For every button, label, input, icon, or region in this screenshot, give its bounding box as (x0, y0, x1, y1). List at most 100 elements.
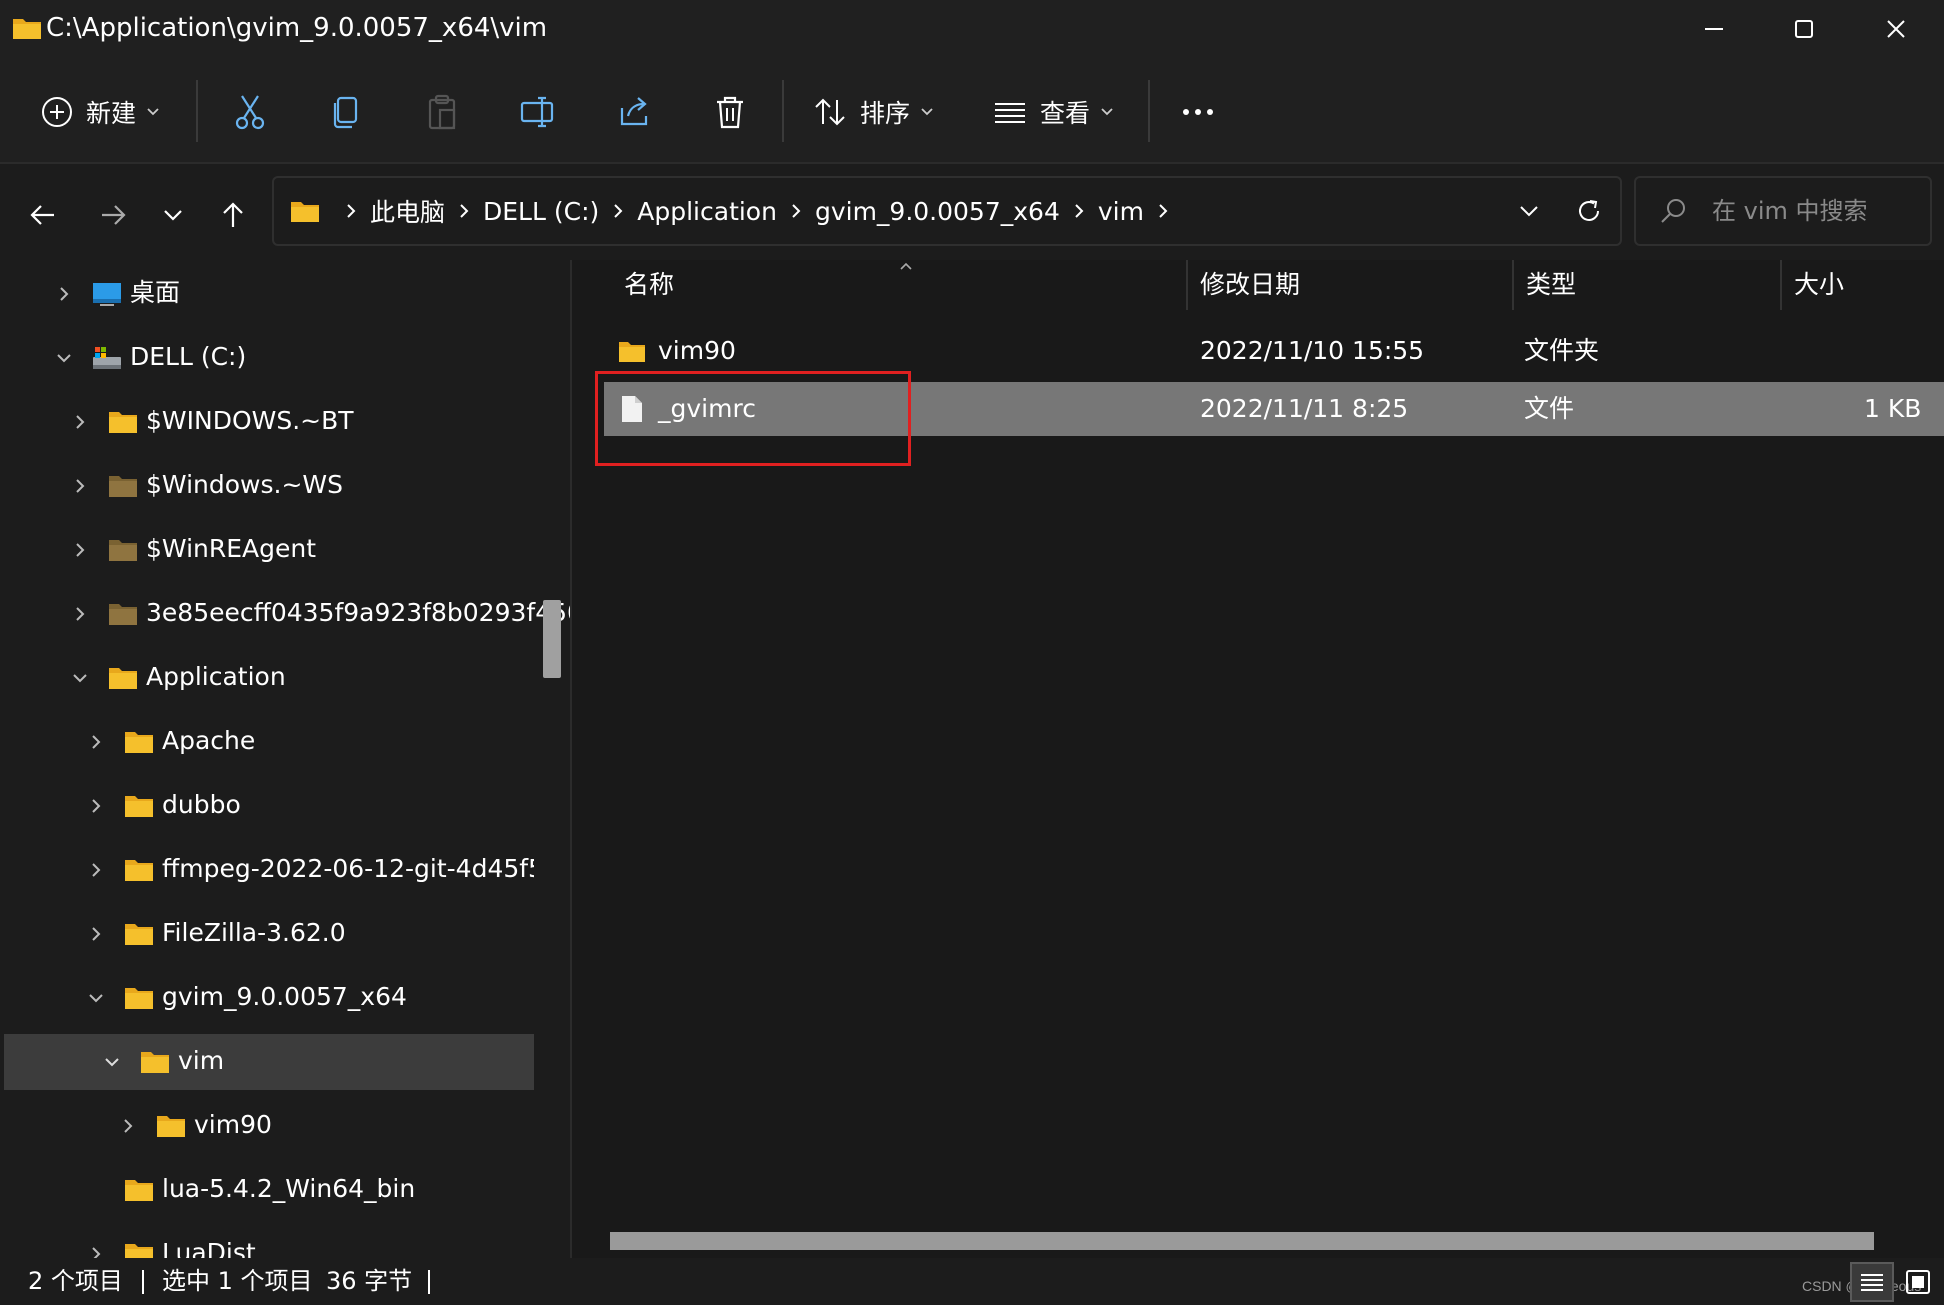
column-header-type[interactable]: 类型 (1514, 260, 1780, 310)
copy-button[interactable] (326, 86, 366, 138)
details-view-button[interactable] (1850, 1262, 1894, 1302)
view-button-label: 查看 (1040, 99, 1091, 128)
chevron-right-icon[interactable] (84, 730, 108, 754)
address-bar[interactable]: 此电脑 DELL (C:) Application gvim_9.0.0057_… (272, 176, 1622, 246)
folder-icon (125, 1180, 153, 1201)
chevron-down-icon[interactable] (52, 346, 76, 370)
folder-icon (125, 1244, 153, 1258)
sidebar-item-label: Application (146, 662, 286, 691)
more-button[interactable] (1178, 86, 1218, 138)
chevron-right-icon[interactable] (116, 1114, 140, 1138)
refresh-button[interactable] (1566, 188, 1612, 234)
chevron-down-icon (1101, 108, 1113, 116)
file-size: 1 KB (1864, 394, 1922, 423)
sidebar-item-label: dubbo (162, 790, 241, 819)
sidebar-item-label: 3e85eecff0435f9a923f8b0293f450 (146, 598, 570, 627)
breadcrumb-this-pc[interactable]: 此电脑 (370, 193, 445, 229)
sidebar-item-luadist[interactable]: LuaDist (4, 1226, 534, 1258)
folder-icon (109, 668, 137, 689)
sidebar-item-label: 桌面 (130, 278, 181, 307)
sidebar-item-vim90[interactable]: vim90 (4, 1098, 534, 1154)
rename-icon (520, 96, 554, 128)
breadcrumb-vim[interactable]: vim (1098, 197, 1144, 226)
chevron-down-icon (147, 108, 159, 116)
paste-button[interactable] (422, 86, 462, 138)
file-modified: 2022/11/10 15:55 (1200, 336, 1425, 365)
sidebar-item-winreagent[interactable]: $WinREAgent (4, 522, 534, 578)
tiles-view-icon (1906, 1270, 1930, 1294)
sidebar-item-application[interactable]: Application (4, 650, 534, 706)
view-button[interactable]: 查看 (992, 86, 1114, 138)
sidebar-item-gvim[interactable]: gvim_9.0.0057_x64 (4, 970, 534, 1026)
share-icon (620, 97, 648, 126)
close-button[interactable] (1850, 0, 1942, 58)
sidebar-item-desktop[interactable]: 桌面 (4, 266, 534, 322)
item-count: 2 个项目 (28, 1267, 123, 1295)
chevron-right-icon[interactable] (84, 794, 108, 818)
sidebar-item-hash-folder[interactable]: 3e85eecff0435f9a923f8b0293f450 (4, 586, 570, 642)
chevron-right-icon[interactable] (68, 602, 92, 626)
scissors-icon (235, 95, 265, 130)
file-name: vim90 (658, 336, 736, 365)
file-row-vim90[interactable]: vim90 2022/11/10 15:55 文件夹 (604, 324, 1944, 378)
sidebar-item-ffmpeg[interactable]: ffmpeg-2022-06-12-git-4d45f5ac (4, 842, 534, 898)
plus-circle-icon (42, 97, 72, 127)
chevron-right-icon (613, 203, 623, 219)
minimize-button[interactable] (1668, 0, 1760, 58)
forward-button[interactable] (90, 192, 136, 238)
sort-button[interactable]: 排序 (812, 86, 934, 138)
chevron-right-icon[interactable] (68, 538, 92, 562)
share-button[interactable] (614, 86, 654, 138)
desktop-icon (93, 283, 121, 306)
new-button[interactable]: 新建 (40, 86, 160, 138)
chevron-right-icon (346, 203, 356, 219)
chevron-right-icon[interactable] (68, 410, 92, 434)
sidebar-item-lua[interactable]: lua-5.4.2_Win64_bin (4, 1162, 534, 1218)
folder-icon (141, 1052, 169, 1073)
trash-icon (717, 96, 743, 129)
up-button[interactable] (210, 192, 256, 238)
annotation-highlight-box (595, 371, 911, 466)
chevron-right-icon[interactable] (84, 858, 108, 882)
sidebar-item-windows-bt[interactable]: $WINDOWS.~BT (4, 394, 534, 450)
sidebar-item-dubbo[interactable]: dubbo (4, 778, 534, 834)
sidebar-item-apache[interactable]: Apache (4, 714, 534, 770)
maximize-button[interactable] (1758, 0, 1850, 58)
back-button[interactable] (20, 192, 66, 238)
chevron-down-icon[interactable] (68, 666, 92, 690)
cut-button[interactable] (230, 86, 270, 138)
chevron-down-icon (164, 210, 182, 221)
column-header-name[interactable]: 名称 (612, 260, 1132, 310)
search-input[interactable] (1712, 190, 1922, 232)
column-header-size[interactable]: 大小 (1782, 260, 1942, 310)
sidebar-item-filezilla[interactable]: FileZilla-3.62.0 (4, 906, 534, 962)
maximize-icon (1795, 20, 1813, 38)
chevron-right-icon[interactable] (68, 474, 92, 498)
rename-button[interactable] (518, 86, 558, 138)
folder-icon (125, 796, 153, 817)
chevron-down-icon[interactable] (100, 1050, 124, 1074)
address-history-button[interactable] (1506, 188, 1552, 234)
sidebar-scrollbar-thumb[interactable] (543, 600, 561, 678)
delete-button[interactable] (710, 86, 750, 138)
column-header-modified[interactable]: 修改日期 (1188, 260, 1512, 310)
sidebar-item-windows-ws[interactable]: $Windows.~WS (4, 458, 534, 514)
chevron-right-icon[interactable] (84, 1242, 108, 1258)
search-box[interactable] (1634, 176, 1932, 246)
breadcrumb-drive[interactable]: DELL (C:) (483, 197, 599, 226)
sidebar-item-vim[interactable]: vim (4, 1034, 534, 1090)
chevron-right-icon[interactable] (52, 282, 76, 306)
chevron-down-icon[interactable] (84, 986, 108, 1010)
horizontal-scrollbar-thumb[interactable] (610, 1232, 1874, 1250)
hidden-folder-icon (109, 540, 137, 561)
recent-locations-button[interactable] (150, 192, 196, 238)
breadcrumb-gvim[interactable]: gvim_9.0.0057_x64 (815, 197, 1060, 226)
sidebar-item-label: ffmpeg-2022-06-12-git-4d45f5ac (162, 854, 534, 883)
sidebar-item-drive-c[interactable]: DELL (C:) (4, 330, 534, 386)
folder-icon (291, 202, 319, 222)
chevron-right-icon[interactable] (84, 922, 108, 946)
breadcrumb-application[interactable]: Application (637, 197, 777, 226)
new-button-label: 新建 (86, 99, 137, 128)
hidden-folder-icon (109, 476, 137, 497)
large-icons-view-button[interactable] (1896, 1262, 1940, 1302)
